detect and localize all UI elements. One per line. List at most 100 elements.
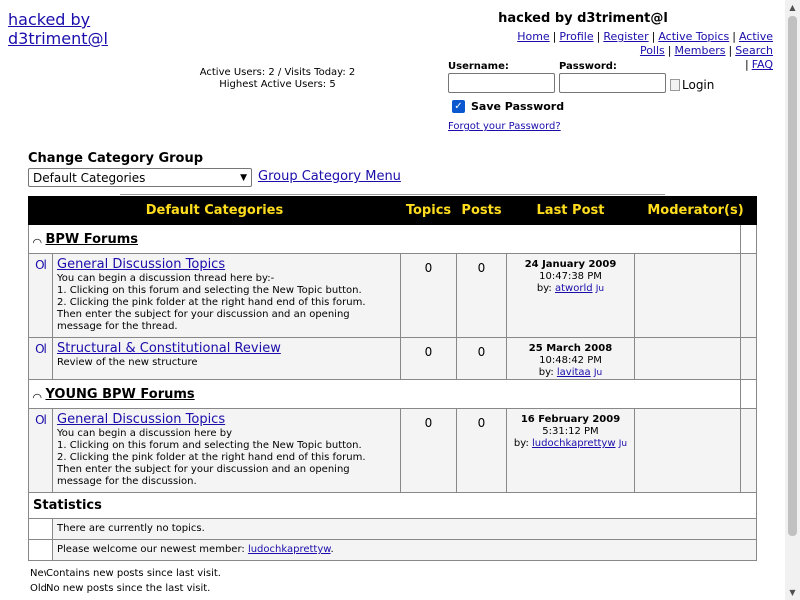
collapse-icon[interactable]: ◠ <box>33 236 41 249</box>
last-post-author: by: ludochkaprettyw Ju <box>513 438 628 449</box>
forum-title-link[interactable]: General Discussion Topics <box>57 412 225 427</box>
statistics-header-row: Statistics <box>27 492 758 519</box>
forum-topics-count: 0 <box>400 253 457 338</box>
last-post-date: 16 February 2009 <box>520 414 621 425</box>
category-side-cell <box>739 224 758 254</box>
scrollbar-thumb[interactable] <box>788 16 797 536</box>
collapse-icon[interactable]: ◠ <box>33 391 41 404</box>
statistics-row: There are currently no topics. <box>28 518 758 540</box>
nav-faq-link[interactable]: FAQ <box>752 58 773 71</box>
scroll-down-arrow-icon[interactable]: ▼ <box>785 585 800 600</box>
active-users-info: Active Users: 2 / Visits Today: 2 Highes… <box>180 67 375 91</box>
forum-topics-count: 0 <box>400 408 457 493</box>
username-input[interactable] <box>448 73 555 93</box>
newest-member-link[interactable]: ludochkaprettyw <box>248 544 331 555</box>
statistics-row: Please welcome our newest member: ludoch… <box>28 539 758 561</box>
header-default-categories: Default Categories <box>28 196 401 225</box>
statistics-spacer-cell <box>28 539 53 561</box>
vertical-scrollbar[interactable]: ▲ ▼ <box>785 0 800 600</box>
forum-last-post: 24 January 2009 10:47:38 PM by: atworld … <box>506 253 635 338</box>
header-moderators: Moderator(s) <box>633 196 758 225</box>
forum-title-link[interactable]: Structural & Constitutional Review <box>57 341 281 356</box>
header-last-post: Last Post <box>506 196 635 225</box>
category-group-select[interactable]: Default Categories ▼ <box>28 168 252 187</box>
forum-folder-cell: Ol <box>28 408 53 493</box>
last-post-author-link[interactable]: ludochkaprettyw <box>532 438 616 449</box>
divider <box>120 194 665 195</box>
no-new-posts-icon: Old <box>30 583 46 594</box>
last-post-time: 10:48:42 PM <box>539 355 602 366</box>
login-button-label: Login <box>682 78 715 92</box>
change-category-group-label: Change Category Group <box>28 151 204 166</box>
category-name-cell: ◠ YOUNG BPW Forums <box>28 379 741 409</box>
nav-home-link[interactable]: Home <box>517 30 549 43</box>
last-post-date: 25 March 2008 <box>528 343 613 354</box>
new-posts-icon: New <box>30 568 46 579</box>
forum-posts-count: 0 <box>456 253 507 338</box>
forum-last-post: 25 March 2008 10:48:42 PM by: lavitaa Ju <box>506 337 635 380</box>
scroll-up-arrow-icon[interactable]: ▲ <box>785 0 800 15</box>
broken-image-icon <box>670 79 680 91</box>
forum-posts-count: 0 <box>456 408 507 493</box>
forum-title-link[interactable]: General Discussion Topics <box>57 257 225 272</box>
statistics-no-topics: There are currently no topics. <box>51 518 758 540</box>
forum-moderators-cell <box>634 253 741 338</box>
last-post-date: 24 January 2009 <box>524 259 617 270</box>
last-post-time: 5:31:12 PM <box>542 426 599 437</box>
folder-icon[interactable]: Ol <box>35 413 47 427</box>
statistics-welcome: Please welcome our newest member: ludoch… <box>51 539 758 561</box>
forum-info-cell: General Discussion Topics You can begin … <box>52 253 401 338</box>
category-side-cell <box>739 379 758 409</box>
header-topics: Topics <box>400 196 457 225</box>
category-link-bpw-forums[interactable]: BPW Forums <box>45 232 138 247</box>
forum-last-post: 16 February 2009 5:31:12 PM by: ludochka… <box>506 408 635 493</box>
last-post-author: by: lavitaa Ju <box>538 367 603 378</box>
forum-side-cell <box>739 408 758 493</box>
forum-info-cell: Structural & Constitutional Review Revie… <box>52 337 401 380</box>
folder-icon[interactable]: Ol <box>35 342 47 356</box>
legend: NewContains new posts since last visit. … <box>30 566 221 596</box>
statistics-spacer-cell <box>28 518 53 540</box>
jump-to-last-post-link[interactable]: Ju <box>596 284 604 294</box>
nav-register-link[interactable]: Register <box>603 30 648 43</box>
forum-folder-cell: Ol <box>28 337 53 380</box>
legend-old: OldNo new posts since the last visit. <box>30 583 211 594</box>
forum-row: Ol General Discussion Topics You can beg… <box>28 253 758 338</box>
login-button[interactable]: Login <box>670 78 714 92</box>
category-row: ◠ YOUNG BPW Forums <box>28 379 758 409</box>
nav-members-link[interactable]: Members <box>675 44 726 57</box>
password-label: Password: <box>559 61 617 72</box>
save-password-label: Save Password <box>471 100 565 113</box>
forgot-password-link[interactable]: Forgot your Password? <box>448 121 561 132</box>
last-post-author-link[interactable]: lavitaa <box>557 367 591 378</box>
forum-table: Default Categories Topics Posts Last Pos… <box>27 196 758 561</box>
password-input[interactable] <box>559 73 666 93</box>
category-link-young-bpw-forums[interactable]: YOUNG BPW Forums <box>45 387 194 402</box>
forum-moderators-cell <box>634 337 741 380</box>
jump-to-last-post-link[interactable]: Ju <box>594 368 602 378</box>
category-group-selected-value: Default Categories <box>33 170 146 185</box>
category-name-cell: ◠ BPW Forums <box>28 224 741 254</box>
forum-description: Review of the new structure <box>57 357 198 368</box>
group-category-menu-link[interactable]: Group Category Menu <box>258 169 401 184</box>
forum-row: Ol General Discussion Topics You can beg… <box>28 408 758 493</box>
legend-new: NewContains new posts since last visit. <box>30 568 221 579</box>
statistics-title: Statistics <box>27 492 758 519</box>
forum-side-cell <box>739 337 758 380</box>
category-row: ◠ BPW Forums <box>28 224 758 254</box>
nav-profile-link[interactable]: Profile <box>559 30 593 43</box>
nav-search-link[interactable]: Search <box>735 44 773 57</box>
last-post-author-link[interactable]: atworld <box>555 283 593 294</box>
highest-active-users: Highest Active Users: 5 <box>219 79 336 90</box>
save-password-option: ✓ Save Password <box>452 100 564 113</box>
last-post-author: by: atworld Ju <box>536 283 605 294</box>
username-label: Username: <box>448 61 509 72</box>
nav-active-topics-link[interactable]: Active Topics <box>658 30 729 43</box>
header-posts: Posts <box>456 196 507 225</box>
forum-posts-count: 0 <box>456 337 507 380</box>
save-password-checkbox[interactable]: ✓ <box>452 100 465 113</box>
site-logo-link[interactable]: hacked by d3triment@l <box>8 10 118 48</box>
site-title: hacked by d3triment@l <box>498 11 668 26</box>
folder-icon[interactable]: Ol <box>35 258 47 272</box>
jump-to-last-post-link[interactable]: Ju <box>619 439 627 449</box>
